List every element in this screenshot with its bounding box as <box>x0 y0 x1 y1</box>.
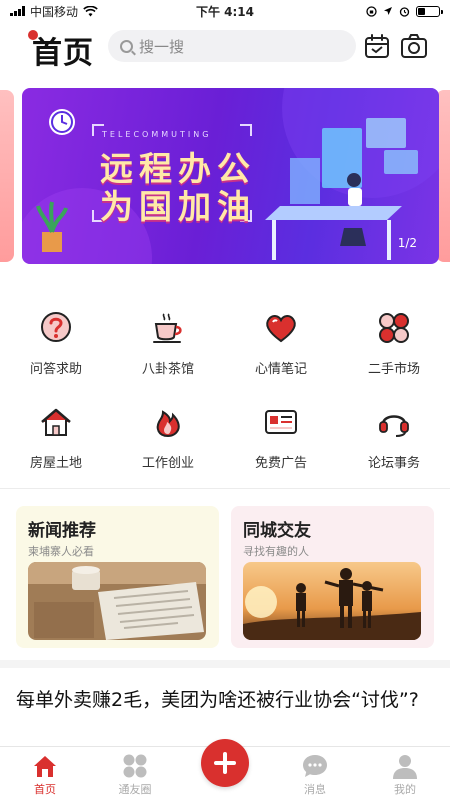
signal-icon <box>10 6 25 16</box>
tab-label: 我的 <box>394 783 416 796</box>
friends-card-subtitle: 寻找有趣的人 <box>243 545 309 558</box>
banner-carousel[interactable]: TELECOMMUTING 远程办公 为国加油 1/2 <box>0 88 450 264</box>
location-icon <box>384 7 392 15</box>
add-post-button[interactable] <box>201 739 249 787</box>
search-input[interactable]: 搜一搜 <box>108 30 356 62</box>
banner-page-indicator: 1/2 <box>397 236 417 250</box>
category-label: 工作创业 <box>141 456 194 471</box>
status-bar: 中国移动 下午 4:14 <box>0 0 450 22</box>
banner-subtitle: TELECOMMUTING <box>102 130 212 139</box>
ad-card-icon <box>265 410 297 434</box>
category-label: 心情笔记 <box>254 362 307 377</box>
article-title[interactable]: 每单外卖赚2毛，美团为啥还被行业协会“讨伐”? <box>16 686 440 715</box>
question-icon <box>41 312 71 342</box>
category-second-hand[interactable]: 二手市场 <box>338 302 450 382</box>
category-label: 八卦茶馆 <box>141 362 194 377</box>
friends-card-title: 同城交友 <box>243 521 311 541</box>
camera-icon[interactable] <box>400 32 428 60</box>
category-teahouse[interactable]: 八卦茶馆 <box>112 302 224 382</box>
tab-messages[interactable]: 消息 <box>270 747 360 800</box>
news-recommend-card[interactable]: 新闻推荐 柬埔寨人必看 <box>16 506 219 648</box>
section-divider <box>0 488 450 489</box>
battery-level <box>418 7 425 15</box>
rotation-lock-icon <box>366 5 377 17</box>
banner-headline-line2: 为国加油 <box>100 187 256 226</box>
clover-icon <box>379 313 409 343</box>
news-card-subtitle: 柬埔寨人必看 <box>28 545 94 558</box>
category-label: 房屋土地 <box>29 456 82 471</box>
plus-icon <box>214 752 236 774</box>
battery-icon <box>416 5 443 17</box>
local-friends-card[interactable]: 同城交友 寻找有趣的人 <box>231 506 434 648</box>
heart-icon <box>266 315 296 343</box>
category-grid: 问答求助 八卦茶馆 心情笔记 二手市场 房屋土地 工作创业 免费广告 论坛事务 <box>0 296 450 486</box>
carrier-label: 中国移动 <box>30 4 79 19</box>
grid-icon <box>123 754 147 778</box>
news-card-title: 新闻推荐 <box>28 521 96 541</box>
category-housing[interactable]: 房屋土地 <box>0 396 112 476</box>
category-label: 问答求助 <box>29 362 82 377</box>
category-qa-help[interactable]: 问答求助 <box>0 302 112 382</box>
banner-slide[interactable]: TELECOMMUTING 远程办公 为国加油 1/2 <box>22 88 439 264</box>
category-label: 二手市场 <box>367 362 420 377</box>
category-label: 论坛事务 <box>367 456 420 471</box>
headset-icon <box>379 415 409 437</box>
calendar-icon[interactable] <box>363 32 391 60</box>
friends-sunset-image <box>243 562 421 640</box>
page-title: 首页 <box>32 36 94 71</box>
header: 首页 搜一搜 <box>0 24 450 71</box>
alarm-icon <box>399 6 410 17</box>
category-label: 免费广告 <box>254 456 307 471</box>
flame-icon <box>156 410 180 438</box>
status-bar-left: 中国移动 <box>10 3 98 20</box>
tab-home[interactable]: 首页 <box>0 747 90 800</box>
category-free-ads[interactable]: 免费广告 <box>225 396 337 476</box>
section-gap <box>0 660 450 668</box>
house-icon <box>41 408 71 436</box>
tab-label: 通友圈 <box>118 783 152 796</box>
search-placeholder: 搜一搜 <box>139 37 185 56</box>
status-bar-right <box>366 5 443 17</box>
wifi-icon <box>83 5 98 16</box>
tab-label: 消息 <box>304 783 326 796</box>
search-icon <box>120 39 133 53</box>
category-forum-affairs[interactable]: 论坛事务 <box>338 396 450 476</box>
category-jobs[interactable]: 工作创业 <box>112 396 224 476</box>
bottom-tab-bar: 首页 通友圈 消息 我的 <box>0 739 450 800</box>
message-icon <box>303 755 327 777</box>
category-mood-notes[interactable]: 心情笔记 <box>225 302 337 382</box>
banner-prev-peek[interactable] <box>0 90 14 262</box>
tab-profile[interactable]: 我的 <box>360 747 450 800</box>
tab-circle[interactable]: 通友圈 <box>90 747 180 800</box>
home-icon <box>34 756 56 777</box>
profile-icon <box>393 755 417 779</box>
newspaper-image <box>28 562 206 640</box>
teacup-icon <box>153 313 182 343</box>
tab-label: 首页 <box>34 783 56 796</box>
